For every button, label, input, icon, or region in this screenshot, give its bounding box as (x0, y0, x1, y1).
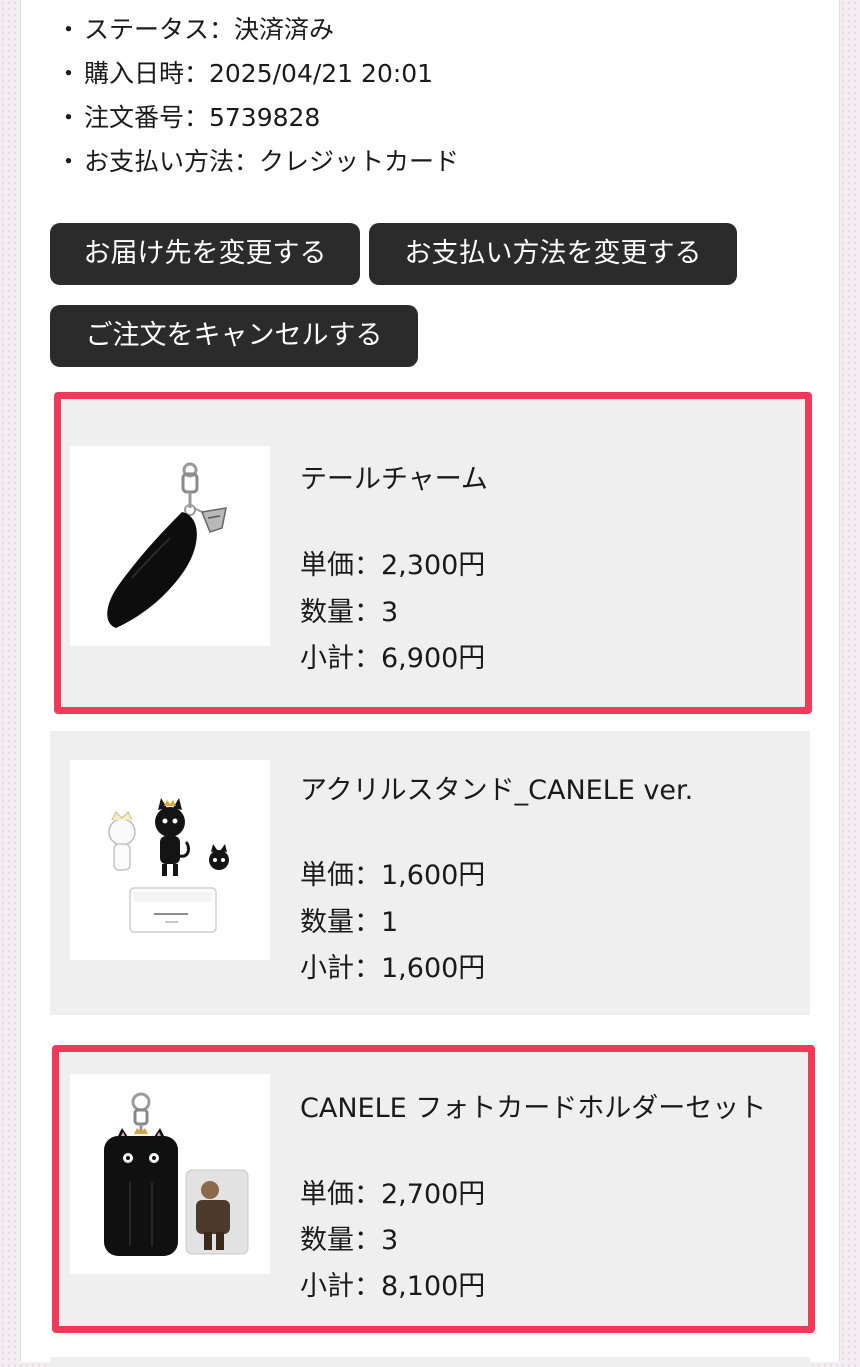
product-unit-price: 単価：2,700円 (300, 1179, 486, 1210)
acrylic-stand-image (70, 760, 270, 960)
order-status: ・ステータス：決済済み (56, 8, 459, 52)
order-purchase-date-text: 購入日時：2025/04/21 20:01 (84, 59, 434, 88)
order-item-card: テールチャーム 単価：2,300円 数量：3 小計：6,900円 (54, 392, 812, 714)
order-purchase-date: ・購入日時：2025/04/21 20:01 (56, 52, 459, 96)
product-name: CANELE フォトカードホルダーセット (300, 1093, 767, 1124)
product-name: テールチャーム (300, 464, 488, 495)
bullet: ・ (56, 147, 82, 176)
order-payment-method: ・お支払い方法：クレジットカード (56, 140, 459, 184)
bullet: ・ (56, 15, 82, 44)
order-number-text: 注文番号：5739828 (84, 103, 321, 132)
change-payment-button[interactable]: お支払い方法を変更する (369, 223, 737, 285)
change-address-button[interactable]: お届け先を変更する (50, 223, 360, 285)
tail-charm-image (70, 446, 270, 646)
product-quantity: 数量：1 (300, 907, 399, 938)
product-name: アクリルスタンド_CANELE ver. (300, 775, 694, 806)
product-quantity: 数量：3 (300, 1225, 399, 1256)
product-subtotal: 小計：8,100円 (300, 1271, 486, 1302)
order-info-list: ・ステータス：決済済み ・購入日時：2025/04/21 20:01 ・注文番号… (56, 8, 459, 184)
bullet: ・ (56, 103, 82, 132)
order-item-card: アクリルスタンド_CANELE ver. 単価：1,600円 数量：1 小計：1… (50, 731, 810, 1015)
order-item-card: CANELE フォトカードホルダーセット 単価：2,700円 数量：3 小計：8… (52, 1045, 815, 1333)
order-payment-method-text: お支払い方法：クレジットカード (84, 147, 460, 176)
order-number: ・注文番号：5739828 (56, 96, 459, 140)
product-subtotal: 小計：6,900円 (300, 643, 486, 674)
photo-card-holder-image (70, 1074, 270, 1274)
product-unit-price: 単価：1,600円 (300, 860, 486, 891)
product-subtotal: 小計：1,600円 (300, 953, 486, 984)
bullet: ・ (56, 59, 82, 88)
cancel-order-button[interactable]: ご注文をキャンセルする (50, 305, 418, 367)
product-unit-price: 単価：2,300円 (300, 550, 486, 581)
order-status-text: ステータス：決済済み (84, 15, 335, 44)
order-item-card-next (50, 1357, 810, 1367)
product-quantity: 数量：3 (300, 597, 399, 628)
